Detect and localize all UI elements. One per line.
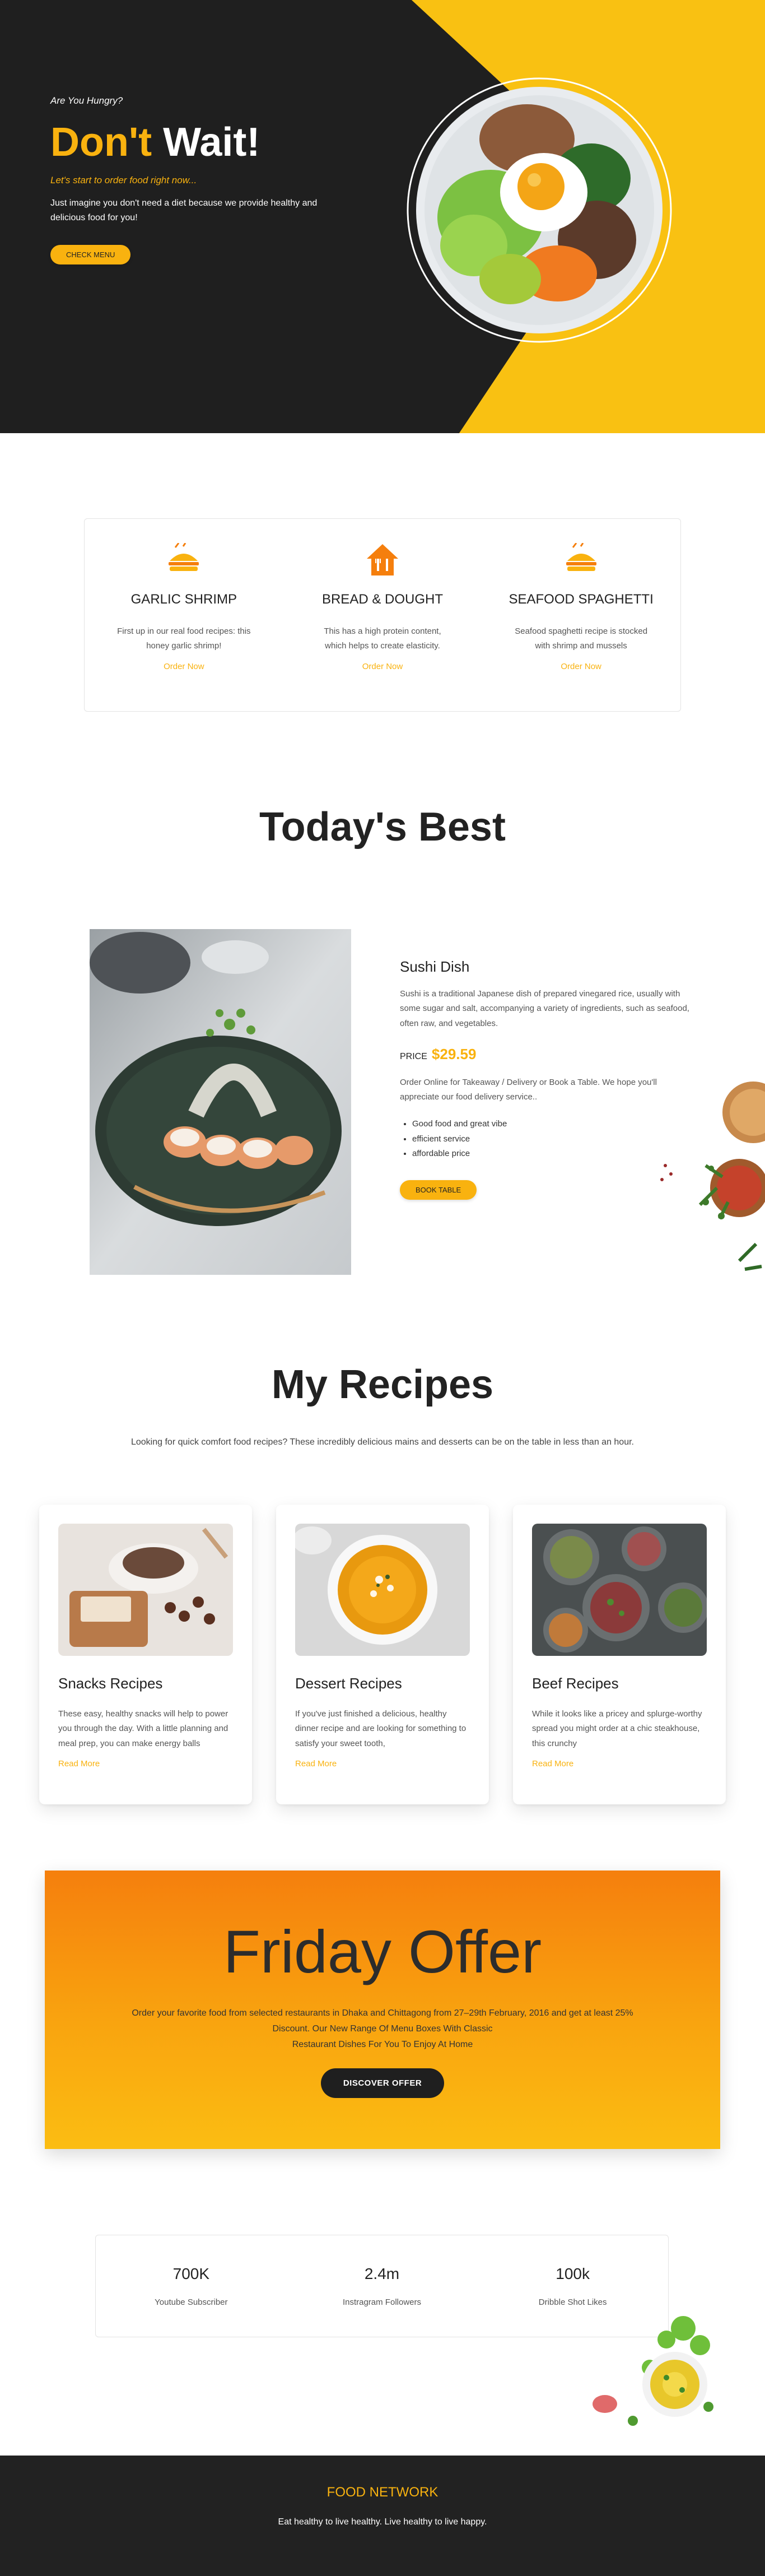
price-value: $29.59 xyxy=(431,1045,477,1062)
hero-subtitle: Let's start to order food right now... xyxy=(50,175,197,185)
feature-description: Seafood spaghetti recipe is stocked with… xyxy=(515,626,648,651)
feature-description: This has a high protein content, which h… xyxy=(324,626,441,651)
recipe-description: While it looks like a pricey and splurge… xyxy=(532,1709,702,1748)
read-more-link[interactable]: Read More xyxy=(532,1759,707,1769)
list-item: Good food and great vibe xyxy=(412,1117,691,1131)
list-item: efficient service xyxy=(412,1132,691,1147)
offer-description-line: Order your favorite food from selected r… xyxy=(132,2008,633,2034)
feature-title: GARLIC SHRIMP xyxy=(130,592,237,607)
dish-description: Sushi is a traditional Japanese dish of … xyxy=(400,989,689,1028)
price-label: PRICE xyxy=(400,1051,427,1061)
recipe-title: Beef Recipes xyxy=(532,1675,619,1692)
stat-value: 700K xyxy=(172,2265,210,2282)
recipe-card-dessert[interactable]: Dessert Recipes If you've just finished … xyxy=(276,1505,489,1804)
hero-title: Don't Wait! xyxy=(50,122,319,163)
order-text: Order Online for Takeaway / Delivery or … xyxy=(400,1077,657,1102)
features-box: GARLIC SHRIMP First up in our real food … xyxy=(84,518,681,712)
feature-title: BREAD & DOUGHT xyxy=(321,592,443,607)
dish-name: Sushi Dish xyxy=(400,958,470,975)
feature-card: GARLIC SHRIMP First up in our real food … xyxy=(111,540,256,711)
hero-pretitle: Are You Hungry? xyxy=(50,95,123,106)
offer-description-line: Restaurant Dishes For You To Enjoy At Ho… xyxy=(292,2040,473,2049)
stat-value: 2.4m xyxy=(364,2265,400,2282)
recipe-description: These easy, healthy snacks will help to … xyxy=(58,1709,228,1748)
read-more-link[interactable]: Read More xyxy=(58,1759,233,1769)
burger-icon xyxy=(509,540,654,579)
list-item: affordable price xyxy=(412,1147,691,1161)
stat-label: Youtube Subscriber xyxy=(155,2297,228,2307)
todays-best-title: Today's Best xyxy=(259,805,506,850)
footer-tagline: Eat healthy to live healthy. Live health… xyxy=(278,2517,487,2527)
stat-item: 2.4m Instragram Followers xyxy=(309,2265,455,2307)
order-now-link[interactable]: Order Now xyxy=(310,662,455,671)
beef-recipe-image xyxy=(532,1524,707,1656)
stat-item: 100k Dribble Shot Likes xyxy=(500,2265,646,2307)
burger-icon xyxy=(111,540,256,579)
dessert-recipe-image xyxy=(295,1524,470,1656)
stat-value: 100k xyxy=(556,2265,590,2282)
hero-food-bowl-image xyxy=(407,77,672,343)
recipe-title: Dessert Recipes xyxy=(295,1675,402,1692)
feature-description: First up in our real food recipes: this … xyxy=(117,626,251,651)
recipe-title: Snacks Recipes xyxy=(58,1675,163,1692)
dish-price: PRICE $29.59 xyxy=(400,1046,691,1063)
footer: FOOD NETWORK Eat healthy to live healthy… xyxy=(0,2456,765,2576)
offer-description: Order your favorite food from selected r… xyxy=(130,2006,635,2053)
friday-offer-banner: Friday Offer Order your favorite food fr… xyxy=(45,1870,720,2149)
hero-section: Are You Hungry? Don't Wait! Let's start … xyxy=(0,0,765,433)
book-table-button[interactable]: BOOK TABLE xyxy=(400,1180,477,1200)
my-recipes-title: My Recipes xyxy=(271,1362,494,1407)
recipe-card-beef[interactable]: Beef Recipes While it looks like a price… xyxy=(513,1505,726,1804)
hero-description: Just imagine you don't need a diet becau… xyxy=(50,198,318,222)
recipes-intro: Looking for quick comfort food recipes? … xyxy=(130,1437,634,1447)
read-more-link[interactable]: Read More xyxy=(295,1759,470,1769)
stat-label: Instragram Followers xyxy=(342,2297,421,2307)
offer-title: Friday Offer xyxy=(223,1918,542,1985)
spices-decoration-image xyxy=(655,1082,765,1289)
hero-content: Are You Hungry? Don't Wait! Let's start … xyxy=(50,95,319,265)
house-cutlery-icon xyxy=(310,540,455,579)
recipe-description: If you've just finished a delicious, hea… xyxy=(295,1709,467,1748)
sushi-dish-info: Sushi Dish Sushi is a traditional Japane… xyxy=(400,958,691,1200)
hero-title-accent: Don't xyxy=(50,120,152,165)
footer-brand: FOOD NETWORK xyxy=(326,2485,439,2500)
check-menu-button[interactable]: CHECK MENU xyxy=(50,245,131,265)
discover-offer-button[interactable]: DISCOVER OFFER xyxy=(320,2068,445,2098)
recipe-card-snacks[interactable]: Snacks Recipes These easy, healthy snack… xyxy=(39,1505,252,1804)
order-now-link[interactable]: Order Now xyxy=(509,662,654,671)
hero-title-rest: Wait! xyxy=(163,120,260,165)
stat-item: 700K Youtube Subscriber xyxy=(118,2265,264,2307)
snacks-recipe-image xyxy=(58,1524,233,1656)
feature-card: SEAFOOD SPAGHETTI Seafood spaghetti reci… xyxy=(509,540,654,711)
sushi-dish-image xyxy=(90,929,351,1275)
feature-title: SEAFOOD SPAGHETTI xyxy=(509,592,654,607)
dish-features-list: Good food and great vibe efficient servi… xyxy=(400,1117,691,1161)
salad-decoration-image xyxy=(582,2306,717,2435)
order-now-link[interactable]: Order Now xyxy=(111,662,256,671)
feature-card: BREAD & DOUGHT This has a high protein c… xyxy=(310,540,455,711)
